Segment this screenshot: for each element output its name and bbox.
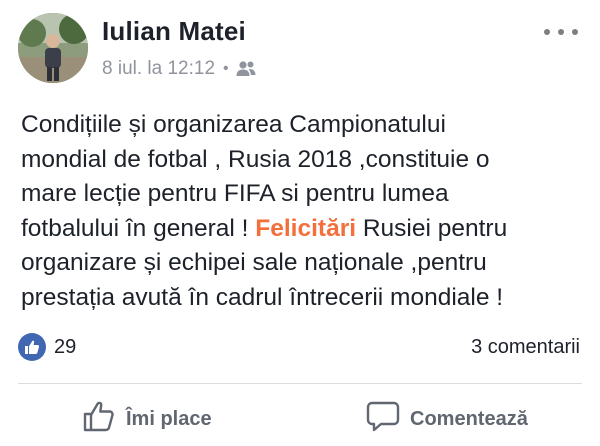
highlighted-word: Felicitări: [255, 214, 357, 242]
post-line-tail: Rusiei pentru: [356, 214, 508, 242]
post-line: mare lecție pentru FIFA si pentru lumea: [21, 180, 449, 207]
post-line: prestația avută în cadrul întrecerii mon…: [21, 283, 504, 311]
avatar[interactable]: [18, 13, 88, 83]
like-button-label: Îmi place: [126, 407, 212, 430]
post-meta: 8 iul. la 12:12 •: [102, 58, 257, 80]
post-line-text: fotbalului în general !: [21, 214, 256, 242]
more-options-button[interactable]: [544, 22, 578, 42]
dot-icon: [572, 29, 578, 35]
meta-separator: •: [223, 60, 229, 77]
divider: [18, 383, 582, 384]
post-line: Condițiile și organizarea Campionatului: [21, 111, 446, 138]
dot-icon: [558, 29, 564, 35]
facebook-post: Iulian Matei 8 iul. la 12:12 • Condițiil…: [0, 0, 600, 446]
dot-icon: [544, 29, 550, 35]
thumbs-up-icon: [82, 400, 116, 438]
post-body: Condițiile și organizarea Campionatului …: [21, 108, 586, 315]
post-timestamp[interactable]: 8 iul. la 12:12: [102, 58, 215, 80]
like-button[interactable]: Îmi place: [82, 400, 212, 438]
post-line: fotbalului în general ! Felicitări Rusie…: [21, 212, 586, 247]
reactions-summary[interactable]: 29: [18, 333, 76, 361]
comments-count[interactable]: 3 comentarii: [471, 336, 580, 359]
like-count: 29: [54, 335, 77, 358]
friends-icon[interactable]: [235, 60, 257, 78]
author-name[interactable]: Iulian Matei: [102, 16, 246, 47]
comment-bubble-icon: [366, 400, 400, 438]
like-reaction-icon: [18, 333, 46, 361]
comment-button-label: Comentează: [410, 407, 528, 430]
comment-button[interactable]: Comentează: [366, 400, 528, 438]
post-line: organizare și echipei sale naționale ,pe…: [21, 249, 487, 276]
avatar-photo: [18, 13, 88, 83]
post-line: mondial de fotbal , Rusia 2018 ,constitu…: [21, 145, 490, 173]
